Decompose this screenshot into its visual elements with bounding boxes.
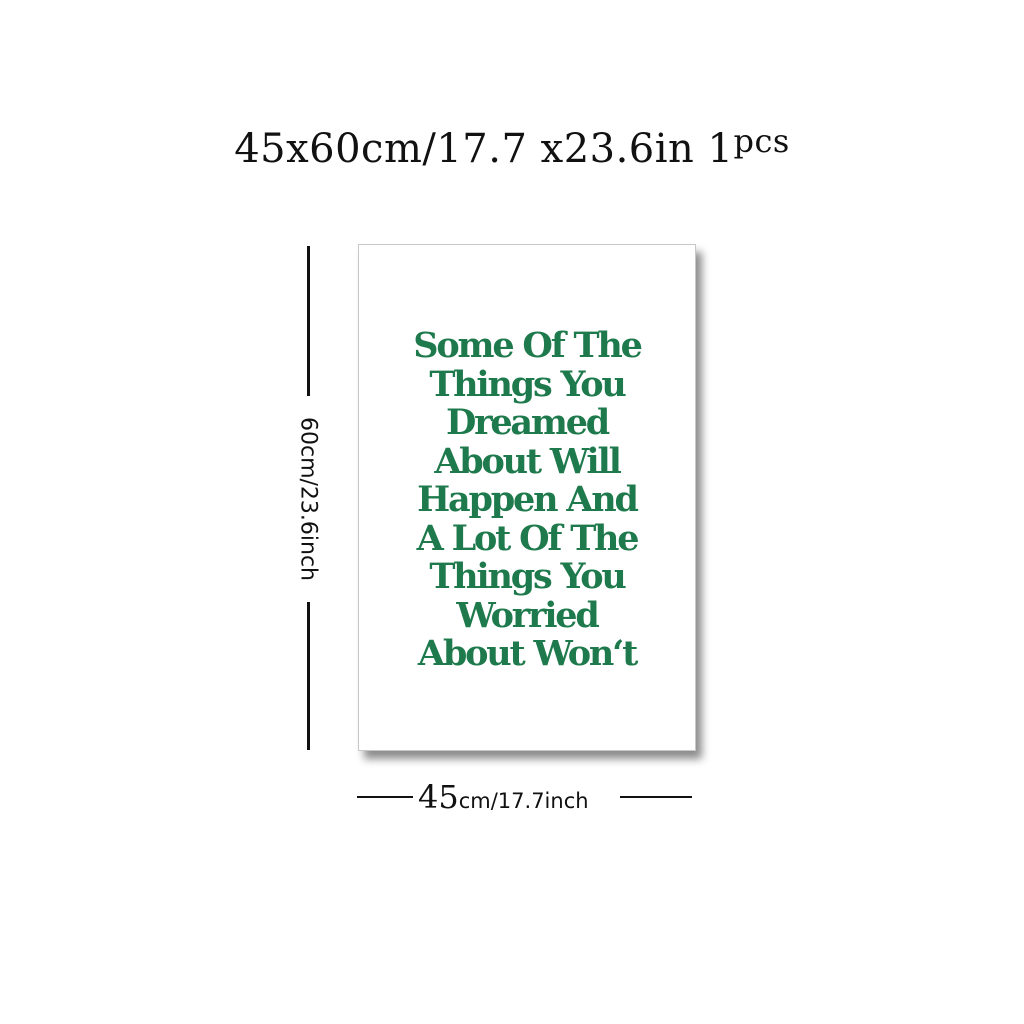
quote-line: Happen And [417,479,639,520]
height-dimension-line-bottom [307,602,310,750]
width-dimension-line-left [357,796,413,798]
quantity-number: 1 [707,126,734,172]
poster-canvas: Some Of The Things You Dreamed About Wil… [358,244,696,751]
quantity-unit: pcs [733,122,790,160]
width-unit: cm/17.7inch [458,789,589,813]
width-dimension-line-right [620,796,692,798]
quote-line: Some Of The [413,325,643,366]
height-dimension-line-top [307,246,310,396]
width-value: 45 [418,778,459,816]
quote-line: Things You [429,363,627,405]
poster-quote: Some Of The Things You Dreamed About Wil… [359,325,695,674]
quote-line: About Will [434,440,622,482]
size-dimensions: 45x60cm/17.7 x23.6in [234,126,695,172]
quote-line: About Won‘t [417,633,638,674]
size-title: 45x60cm/17.7 x23.6in 1pcs [0,122,1024,172]
quote-line: Things You [429,556,627,597]
quote-line: Dreamed [445,402,610,443]
width-label: 45cm/17.7inch [418,778,589,816]
height-label: 60cm/23.6inch [295,416,321,582]
quote-line: A Lot Of The [416,517,640,559]
quote-line: Worried [456,594,600,636]
